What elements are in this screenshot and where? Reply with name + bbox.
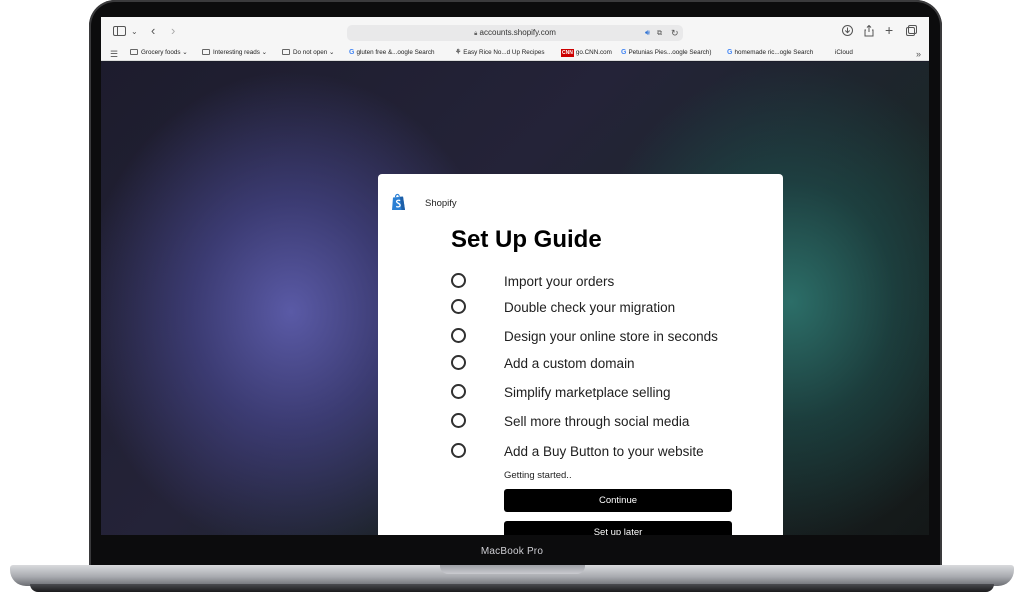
browser-toolbar: ⌄ ‹ › 🔒︎ accounts.shopify.com 🔊︎ ⧉ ↻ +: [101, 17, 929, 44]
page-background: Shopify Set Up Guide Import your orders …: [101, 62, 929, 535]
tab-overview-icon[interactable]: [906, 25, 917, 38]
task-item[interactable]: Simplify marketplace selling: [451, 384, 771, 402]
sidebar-toggle-icon[interactable]: [113, 26, 126, 38]
chevron-down-icon[interactable]: ⌄: [131, 26, 138, 38]
task-label: Simplify marketplace selling: [504, 385, 671, 400]
setup-later-button[interactable]: Set up later: [504, 521, 732, 535]
page-title: Set Up Guide: [451, 226, 602, 253]
task-label: Add a Buy Button to your website: [504, 444, 704, 459]
bookmark-link[interactable]: ⚘ Easy Rice No...d Up Recipes: [455, 49, 544, 57]
task-label: Sell more through social media: [504, 414, 690, 429]
cnn-icon: CNN: [561, 49, 574, 57]
translate-icon[interactable]: ⧉: [657, 28, 662, 40]
download-icon[interactable]: [842, 25, 853, 38]
device-label: MacBook Pro: [480, 546, 544, 557]
share-icon[interactable]: [864, 24, 874, 39]
task-item[interactable]: Double check your migration: [451, 299, 771, 317]
shopify-logo-icon: [391, 193, 406, 216]
task-label: Design your online store in seconds: [504, 329, 718, 344]
task-label: Add a custom domain: [504, 356, 635, 371]
status-text: Getting started..: [504, 470, 572, 481]
new-tab-icon[interactable]: +: [885, 23, 893, 37]
more-bookmarks-icon[interactable]: »: [916, 48, 921, 60]
radio-button[interactable]: [451, 413, 466, 428]
back-icon[interactable]: ‹: [151, 24, 155, 37]
task-item[interactable]: Design your online store in seconds: [451, 328, 771, 346]
lock-icon: 🔒︎: [474, 31, 478, 37]
bookmark-link[interactable]: Ggluten free &...oogle Search: [349, 49, 435, 57]
folder-icon: [202, 49, 210, 55]
task-label: Double check your migration: [504, 300, 676, 315]
google-icon: G: [727, 49, 733, 56]
bookmark-folder[interactable]: Interesting reads ⌄: [202, 49, 267, 57]
bookmark-folder[interactable]: Grocery foods ⌄: [130, 49, 188, 57]
google-icon: G: [621, 49, 627, 56]
radio-button[interactable]: [451, 384, 466, 399]
continue-button[interactable]: Continue: [504, 489, 732, 512]
radio-button[interactable]: [451, 328, 466, 343]
google-icon: G: [349, 49, 355, 56]
bookmark-link[interactable]: G Petunias Pies...oogle Search): [621, 49, 711, 57]
radio-button[interactable]: [451, 443, 466, 458]
url-text: accounts.shopify.com: [479, 28, 556, 37]
bookmark-folder[interactable]: Do not open ⌄: [282, 49, 334, 57]
recipe-icon: ⚘: [455, 49, 462, 56]
bookmark-link[interactable]: CNN go.CNN.com: [561, 49, 612, 57]
brand-name: Shopify: [425, 198, 457, 209]
radio-button[interactable]: [451, 299, 466, 314]
laptop-hinge-notch: [440, 565, 585, 574]
reload-icon[interactable]: ↻: [671, 27, 679, 39]
task-item[interactable]: Add a Buy Button to your website: [451, 443, 771, 461]
audio-icon[interactable]: 🔊︎: [645, 27, 650, 39]
folder-icon: [130, 49, 138, 55]
bookmark-link[interactable]: Ghomemade ric...ogle Search: [727, 49, 813, 57]
task-item[interactable]: Import your orders: [451, 273, 771, 291]
task-label: Import your orders: [504, 274, 615, 289]
address-bar[interactable]: 🔒︎ accounts.shopify.com 🔊︎ ⧉ ↻: [347, 25, 683, 41]
bookmarks-bar: ☰ Grocery foods ⌄ Interesting reads ⌄ Do…: [101, 44, 929, 61]
setup-guide-modal: Shopify Set Up Guide Import your orders …: [378, 174, 783, 535]
folder-icon: [282, 49, 290, 55]
radio-button[interactable]: [451, 355, 466, 370]
task-item[interactable]: Sell more through social media: [451, 413, 771, 431]
bookmark-link[interactable]: iCloud: [833, 49, 853, 57]
forward-icon[interactable]: ›: [171, 24, 175, 37]
reading-list-icon[interactable]: ☰: [110, 48, 118, 60]
laptop-screen: ⌄ ‹ › 🔒︎ accounts.shopify.com 🔊︎ ⧉ ↻ + ☰…: [101, 17, 929, 535]
radio-button[interactable]: [451, 273, 466, 288]
laptop-base-shadow: [30, 584, 994, 592]
task-item[interactable]: Add a custom domain: [451, 355, 771, 373]
